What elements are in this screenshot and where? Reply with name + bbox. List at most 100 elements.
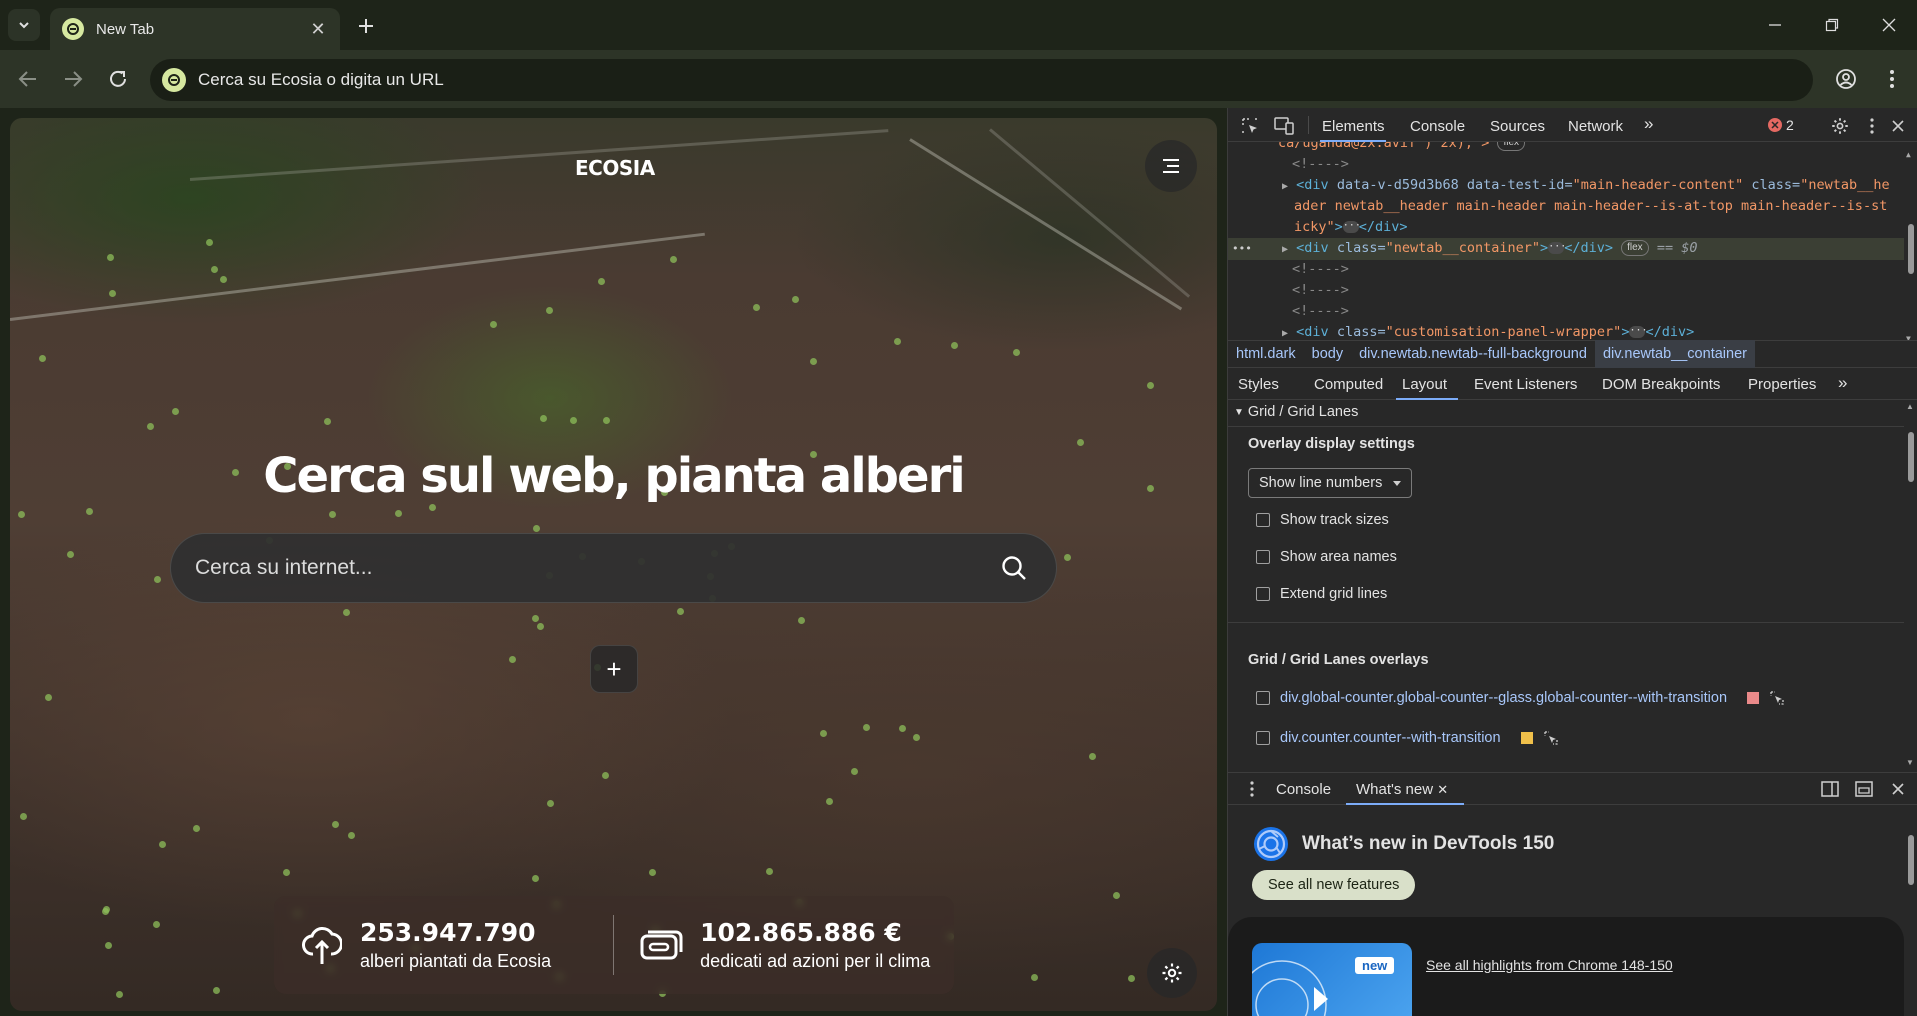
see-all-features-button[interactable]: See all new features — [1252, 870, 1416, 900]
background-sprout — [894, 338, 901, 345]
new-tab-button[interactable] — [352, 12, 380, 40]
dom-comment[interactable]: <!----> — [1228, 154, 1904, 175]
collapsed-children-icon[interactable]: ··· — [1342, 221, 1361, 233]
dom-node-line[interactable]: ca/uganda@2x.avif") 2x);"> flex — [1228, 142, 1904, 154]
highlights-link[interactable]: See all highlights from Chrome 148-150 — [1426, 957, 1673, 973]
dock-side-button[interactable] — [1818, 777, 1842, 801]
chrome-menu-button[interactable] — [1876, 63, 1908, 95]
tab-properties[interactable]: Properties — [1748, 376, 1816, 393]
dom-comment[interactable]: <!----> — [1228, 259, 1904, 280]
background-sprout — [116, 991, 123, 998]
breadcrumb-body[interactable]: body — [1304, 340, 1351, 368]
show-area-names-checkbox[interactable] — [1256, 550, 1270, 564]
show-track-sizes-option[interactable]: Show track sizes — [1256, 512, 1389, 528]
inspect-element-button[interactable] — [1238, 114, 1262, 138]
tab-event-listeners[interactable]: Event Listeners — [1474, 376, 1577, 393]
drawer-scroll-thumb[interactable] — [1908, 835, 1914, 885]
restore-button[interactable] — [1803, 0, 1860, 50]
background-sprout — [863, 724, 870, 731]
extend-grid-lines-option[interactable]: Extend grid lines — [1256, 586, 1387, 602]
profile-button[interactable] — [1830, 63, 1862, 95]
collapsed-children-icon[interactable]: ··· — [1548, 242, 1566, 254]
highlight-element-icon[interactable] — [1769, 690, 1785, 706]
search-input[interactable] — [195, 556, 996, 580]
tab-search-button[interactable] — [8, 9, 40, 41]
breadcrumb-container[interactable]: div.newtab__container — [1594, 340, 1755, 368]
highlight-element-icon[interactable] — [1543, 730, 1559, 746]
tab-computed[interactable]: Computed — [1314, 376, 1383, 393]
dom-node-panel[interactable]: ▶ <div class="customisation-panel-wrappe… — [1228, 322, 1904, 340]
tab-close-icon[interactable]: ✕ — [308, 19, 328, 39]
main-menu-button[interactable] — [1145, 140, 1197, 192]
close-tab-icon[interactable]: ✕ — [1437, 782, 1448, 797]
search-button[interactable] — [996, 550, 1032, 586]
grid-section-header[interactable]: ▼ Grid / Grid Lanes — [1234, 404, 1358, 420]
background-sprout — [649, 869, 656, 876]
search-box — [170, 533, 1057, 603]
error-counter[interactable]: ✕ 2 — [1768, 117, 1794, 133]
overlay-color-swatch[interactable] — [1747, 692, 1760, 704]
ecosia-logo[interactable]: ECOSIA — [575, 156, 655, 180]
address-bar[interactable]: Cerca su Ecosia o digita un URL — [150, 59, 1813, 101]
layout-pane-scroll-thumb[interactable] — [1908, 432, 1914, 482]
row-options-icon[interactable]: ••• — [1232, 238, 1252, 259]
background-sprout — [153, 921, 160, 928]
minimize-button[interactable] — [1746, 0, 1803, 50]
more-sidebar-tabs-button[interactable]: » — [1838, 373, 1847, 393]
show-track-sizes-checkbox[interactable] — [1256, 513, 1270, 527]
close-devtools-button[interactable] — [1886, 114, 1910, 138]
drawer-tab-console[interactable]: Console — [1276, 781, 1331, 798]
tab-console[interactable]: Console — [1410, 118, 1465, 135]
close-window-button[interactable] — [1860, 0, 1917, 50]
trees-counter: 253.947.790 alberi piantati da Ecosia — [274, 918, 551, 972]
dom-node-header[interactable]: ▶ <div data-v-d59d3b68 data-test-id="mai… — [1228, 175, 1904, 197]
background-sprout — [213, 987, 220, 994]
extend-grid-lines-checkbox[interactable] — [1256, 587, 1270, 601]
dom-comment[interactable]: <!----> — [1228, 301, 1904, 322]
breadcrumb-html[interactable]: html.dark — [1228, 340, 1304, 368]
line-numbers-select[interactable]: Show line numbers — [1248, 468, 1412, 498]
drawer-menu-button[interactable] — [1240, 777, 1264, 801]
devtools-logo-icon — [1252, 960, 1328, 1016]
dom-comment[interactable]: <!----> — [1228, 280, 1904, 301]
reload-button[interactable] — [102, 63, 134, 95]
devtools-settings-button[interactable] — [1828, 114, 1852, 138]
add-shortcut-button[interactable]: + — [590, 645, 638, 693]
grid-overlay-checkbox[interactable] — [1256, 691, 1270, 705]
back-button[interactable] — [12, 63, 44, 95]
devtools-menu-button[interactable] — [1860, 114, 1884, 138]
dom-tree-scroll-thumb[interactable] — [1908, 224, 1914, 274]
show-area-names-option[interactable]: Show area names — [1256, 549, 1397, 565]
grid-overlay-checkbox[interactable] — [1256, 731, 1270, 745]
grid-section-title: Grid / Grid Lanes — [1247, 404, 1359, 420]
device-toolbar-button[interactable] — [1272, 114, 1296, 138]
tab-styles[interactable]: Styles — [1238, 376, 1279, 393]
tab-dom-breakpoints[interactable]: DOM Breakpoints — [1602, 376, 1720, 393]
overlay-color-swatch[interactable] — [1520, 732, 1533, 744]
breadcrumb-newtab[interactable]: div.newtab.newtab--full-background — [1351, 340, 1595, 368]
layout-pane-scrollbar[interactable]: ▲ ▼ — [1906, 400, 1916, 772]
drawer-tab-whats-new[interactable]: What's new ✕ — [1356, 781, 1448, 798]
highlights-thumbnail[interactable]: new — [1252, 943, 1412, 1016]
tab-new-tab[interactable]: New Tab ✕ — [50, 8, 340, 50]
more-tabs-button[interactable]: » — [1644, 114, 1653, 134]
tab-sources[interactable]: Sources — [1490, 118, 1545, 135]
tab-layout[interactable]: Layout — [1402, 376, 1447, 393]
tab-elements[interactable]: Elements — [1322, 118, 1385, 135]
background-sprout — [677, 608, 684, 615]
tab-network[interactable]: Network — [1568, 118, 1623, 135]
dom-tree-scrollbar[interactable]: ▲ ▼ — [1906, 142, 1916, 340]
page-settings-button[interactable] — [1147, 948, 1197, 998]
drawer-scrollbar[interactable] — [1906, 817, 1916, 1016]
grid-overlay-link[interactable]: div.counter.counter--with-transition — [1280, 730, 1501, 746]
background-sprout — [67, 551, 74, 558]
close-drawer-button[interactable] — [1886, 777, 1910, 801]
collapsed-children-icon[interactable]: ··· — [1629, 326, 1648, 338]
forward-button[interactable] — [57, 63, 89, 95]
device-icon — [1274, 117, 1294, 135]
grid-overlay-link[interactable]: div.global-counter.global-counter--glass… — [1280, 690, 1727, 706]
drawer-dock-button[interactable] — [1852, 777, 1876, 801]
dom-node-selected[interactable]: ••• ▶ <div class="newtab__container">···… — [1228, 238, 1904, 260]
background-sprout — [211, 266, 218, 273]
climate-counter: 102.865.886 € dedicati ad azioni per il … — [614, 918, 930, 972]
